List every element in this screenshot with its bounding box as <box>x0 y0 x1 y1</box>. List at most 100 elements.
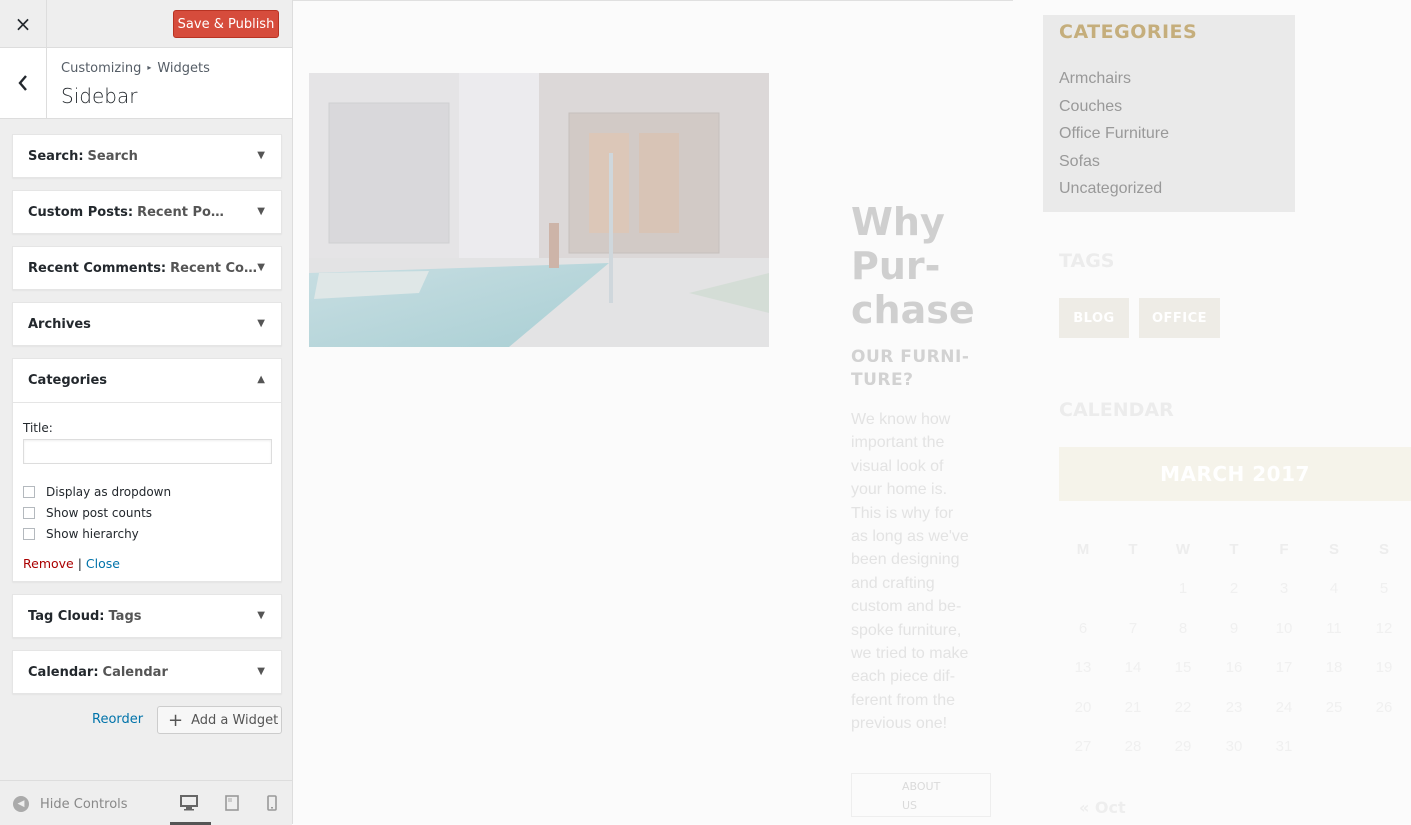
category-link[interactable]: Armchairs <box>1059 65 1169 93</box>
collapse-arrow-icon[interactable]: ▲ <box>257 374 265 385</box>
category-link[interactable]: Sofas <box>1059 148 1169 176</box>
expand-arrow-icon[interactable]: ▼ <box>257 610 265 621</box>
why-body-text: We know how important the visual look of… <box>851 408 981 736</box>
widget-header[interactable]: Categories ▲ <box>13 359 281 403</box>
calendar-day: 16 <box>1225 659 1243 676</box>
widget-header[interactable]: Recent Comments:Recent Com...▼ <box>13 247 281 290</box>
widget-header[interactable]: Custom Posts: Recent Posts ▼ <box>13 191 281 234</box>
calendar-weekday: S <box>1328 541 1339 558</box>
widget-tag-cloud[interactable]: Tag Cloud: Tags ▼ <box>12 594 282 638</box>
category-link[interactable]: Couches <box>1059 93 1169 121</box>
tags-heading: TAGS <box>1059 250 1115 272</box>
widget-categories: Categories ▲ Title: Display as dropdown S… <box>12 358 282 582</box>
desktop-preview-icon[interactable] <box>180 795 198 811</box>
calendar-day: 1 <box>1178 580 1188 597</box>
widget-subtitle: Recent Com... <box>170 261 260 276</box>
widget-title: Archives <box>28 317 91 332</box>
calendar-weekday: S <box>1378 541 1389 558</box>
expand-arrow-icon[interactable]: ▼ <box>257 318 265 329</box>
add-widget-button[interactable]: + Add a Widget <box>157 706 282 734</box>
tag-blog[interactable]: BLOG <box>1059 298 1129 338</box>
heading-line: Pur- <box>851 244 941 288</box>
show-post-counts-checkbox[interactable] <box>23 506 35 519</box>
calendar-weekday: T <box>1128 541 1138 558</box>
body-line: spoke furniture, <box>851 621 962 639</box>
heading-line: Why <box>851 200 945 244</box>
calendar-day: 15 <box>1174 659 1192 676</box>
calendar-day: 27 <box>1074 738 1092 755</box>
about-us-button[interactable]: ABOUT US <box>851 773 991 817</box>
widget-search[interactable]: Search: Search ▼ <box>12 134 282 178</box>
tablet-preview-icon[interactable] <box>225 795 239 811</box>
widget-calendar[interactable]: Calendar: Calendar ▼ <box>12 650 282 694</box>
widget-header[interactable]: Archives ▼ <box>13 303 281 346</box>
body-line: visual look of <box>851 457 944 475</box>
reorder-link[interactable]: Reorder <box>92 712 143 727</box>
save-publish-button[interactable]: Save & Publish <box>173 10 279 38</box>
calendar-prev-link[interactable]: « Oct <box>1079 798 1126 817</box>
title-label: Title: <box>23 421 53 435</box>
widget-title: Recent Comments: <box>28 261 167 276</box>
calendar-day: 19 <box>1375 659 1393 676</box>
calendar-weekday: F <box>1279 541 1289 558</box>
expand-arrow-icon[interactable]: ▼ <box>257 262 265 273</box>
customizer-panel: × Save & Publish Customizing ▸ Widgets Sid… <box>0 0 293 825</box>
widget-recent-comments[interactable]: Recent Comments:Recent Com...▼ <box>12 246 282 290</box>
body-line: been designing <box>851 551 960 569</box>
expand-arrow-icon[interactable]: ▼ <box>257 206 265 217</box>
calendar-day: 12 <box>1375 619 1393 637</box>
tag-office[interactable]: OFFICE <box>1139 298 1220 338</box>
subheading-line: TURE? <box>851 370 914 390</box>
widget-title: Search: <box>28 149 84 164</box>
page-title: Sidebar <box>61 84 138 108</box>
category-link[interactable]: Uncategorized <box>1059 175 1169 203</box>
chevron-left-icon <box>18 75 27 91</box>
title-input[interactable] <box>23 439 272 464</box>
remove-link[interactable]: Remove <box>23 556 74 571</box>
close-icon: × <box>14 11 32 36</box>
widget-title: Custom Posts: <box>28 205 134 220</box>
calendar-day: 3 <box>1279 580 1289 597</box>
calendar-day: 10 <box>1275 619 1293 637</box>
calendar-weekday: T <box>1229 541 1239 558</box>
widget-header[interactable]: Search: Search ▼ <box>13 135 281 178</box>
calendar-day: 13 <box>1074 659 1092 676</box>
widget-header[interactable]: Calendar: Calendar ▼ <box>13 651 281 694</box>
about-line: US <box>902 799 918 812</box>
widget-custom-posts[interactable]: Custom Posts: Recent Posts ▼ <box>12 190 282 234</box>
body-line: each piece dif- <box>851 668 956 686</box>
body-line: important the <box>851 434 945 452</box>
categories-list: Armchairs Couches Office Furniture Sofas… <box>1059 65 1169 203</box>
calendar-day: 14 <box>1124 659 1142 676</box>
close-link[interactable]: Close <box>86 556 120 571</box>
calendar-day: 25 <box>1325 698 1343 716</box>
breadcrumb-widgets: Widgets <box>157 61 210 76</box>
category-link[interactable]: Office Furniture <box>1059 120 1169 148</box>
customizer-footer: ◀ Hide Controls <box>0 780 292 825</box>
body-line: ferent from the <box>851 691 956 709</box>
hide-controls-button[interactable]: ◀ Hide Controls <box>13 796 128 812</box>
calendar-day: 4 <box>1329 580 1339 597</box>
widget-subtitle: Tags <box>108 609 142 624</box>
back-button[interactable] <box>0 48 47 118</box>
show-hierarchy-checkbox[interactable] <box>23 527 35 540</box>
categories-form: Title: Display as dropdown Show post cou… <box>13 403 281 583</box>
calendar-day: 18 <box>1325 659 1343 676</box>
widget-header[interactable]: Tag Cloud: Tags ▼ <box>13 595 281 638</box>
widget-title: Categories <box>28 373 108 388</box>
calendar-day: 29 <box>1174 738 1192 755</box>
mobile-preview-icon[interactable] <box>267 795 277 811</box>
close-customizer-button[interactable]: × <box>0 0 47 47</box>
body-line: we tried to make <box>851 645 969 663</box>
display-dropdown-checkbox[interactable] <box>23 485 35 498</box>
expand-arrow-icon[interactable]: ▼ <box>257 150 265 161</box>
calendar-day: 30 <box>1225 738 1243 755</box>
subheading-line: OUR FURNI- <box>851 347 970 367</box>
widget-archives[interactable]: Archives ▼ <box>12 302 282 346</box>
expand-arrow-icon[interactable]: ▼ <box>257 666 265 677</box>
calendar-day: 11 <box>1326 619 1342 637</box>
site-preview: Why Pur- chase OUR FURNI- TURE? We know … <box>293 0 1411 824</box>
hierarchy-option: Show hierarchy <box>23 526 271 541</box>
pool-house-photo <box>309 73 769 347</box>
body-line: your home is. <box>851 481 948 499</box>
